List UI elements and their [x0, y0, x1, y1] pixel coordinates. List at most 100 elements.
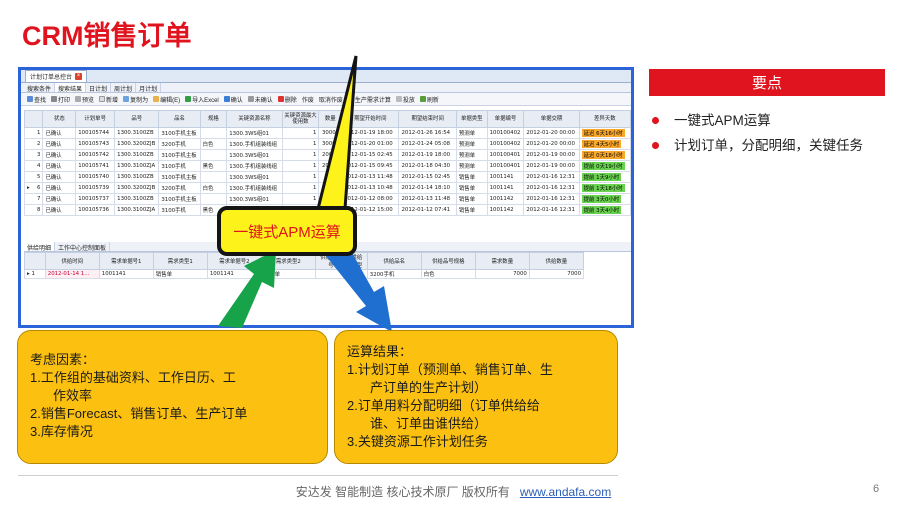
cell-res[interactable]: 1300.3WS组01 — [226, 171, 283, 183]
demand-qty-cell[interactable]: 7000 — [474, 269, 530, 279]
import-excel-button[interactable]: 导入Excel — [185, 95, 219, 104]
cell-start[interactable]: 2012-01-12 08:00 — [341, 193, 400, 205]
cell-due[interactable]: 2012-01-16 12:31 — [523, 204, 580, 216]
cell-max[interactable]: 1 — [281, 182, 320, 194]
cell-doc[interactable]: 100100401 — [486, 160, 525, 172]
row-number[interactable]: 4 — [23, 160, 44, 172]
cell-name[interactable]: 3100手机 — [158, 160, 201, 172]
col-header[interactable]: 需求单据号1 — [98, 252, 154, 270]
cell-end[interactable]: 2012-01-26 16:54 — [398, 127, 457, 139]
table-row[interactable]: ▸ 6 已确认 100105739 1300.3200ZJB 3200手机 白色 1300.… — [23, 182, 631, 194]
table-row[interactable]: 5 已确认 100105740 1300.3100ZB 3100手机主板 1300.3WS… — [23, 171, 631, 183]
cell-item[interactable]: 1300.3100ZJA — [114, 160, 160, 172]
cell-diff[interactable]: 提前 3天4小时 — [578, 204, 631, 216]
preview-button[interactable]: 预览 — [75, 95, 94, 104]
cell-doc[interactable]: 1001142 — [486, 193, 525, 205]
cell-start[interactable]: 2012-01-20 01:00 — [341, 138, 400, 150]
cell-diff[interactable]: 提前 0天19小时 — [578, 160, 631, 172]
cell-plan[interactable]: 100105739 — [75, 182, 116, 194]
col-header[interactable]: 供给品号规格 — [420, 252, 476, 270]
cell-qty[interactable]: 30000 — [318, 127, 343, 139]
cell-spec[interactable] — [199, 193, 228, 205]
cell-diff[interactable]: 延迟 4天5小时 — [578, 138, 631, 150]
cell-name[interactable]: 3100手机 — [158, 204, 201, 216]
cell-spec[interactable] — [199, 171, 228, 183]
cell-doc[interactable]: 100100402 — [486, 127, 525, 139]
delete-button[interactable]: 删除 — [277, 95, 297, 104]
cell-status[interactable]: 已确认 — [42, 149, 77, 161]
subtab-search-result[interactable]: 搜索结果 — [55, 83, 87, 93]
cell-doc[interactable]: 100100401 — [486, 149, 525, 161]
row-number[interactable]: 3 — [23, 149, 44, 161]
col-header[interactable]: 单据编号 — [486, 110, 525, 128]
col-header[interactable]: 规格 — [199, 110, 228, 128]
cell-status[interactable]: 已确认 — [42, 193, 77, 205]
subtab-day-plan[interactable]: 日计划 — [86, 83, 112, 93]
cell-max[interactable]: 1 — [281, 171, 320, 183]
cell-type[interactable]: 预测单 — [455, 138, 488, 150]
cell-due[interactable]: 2012-01-19 00:00 — [523, 149, 580, 161]
production-calc-button[interactable]: 生产需求计算 — [347, 95, 391, 104]
refresh-button[interactable]: 刷新 — [419, 95, 439, 104]
cell-spec[interactable]: 白色 — [199, 182, 228, 194]
cell-spec[interactable]: 白色 — [199, 138, 228, 150]
cell-item[interactable]: 1300.3100ZB — [114, 171, 160, 183]
cell-qty[interactable] — [318, 171, 343, 183]
tab-supply-detail[interactable]: 供给明细 — [24, 242, 56, 252]
cell-spec[interactable] — [199, 127, 228, 139]
cell-end[interactable]: 2012-01-14 18:10 — [398, 182, 457, 194]
cell-res[interactable]: 1300.3WS组01 — [226, 193, 283, 205]
cell-type[interactable]: 预测单 — [455, 127, 488, 139]
demand-type1-cell[interactable]: 销售单 — [152, 269, 208, 279]
cell-start[interactable]: 2012-01-13 11:48 — [341, 171, 400, 183]
cell-due[interactable]: 2012-01-19 00:00 — [523, 160, 580, 172]
cell-plan[interactable]: 100105744 — [75, 127, 116, 139]
cell-due[interactable]: 2012-01-20 00:00 — [523, 138, 580, 150]
col-header[interactable]: 供给数量 — [528, 252, 585, 270]
cell-end[interactable]: 2012-01-19 18:00 — [398, 149, 457, 161]
cell-type[interactable]: 销售单 — [455, 182, 488, 194]
cell-qty[interactable] — [318, 182, 343, 194]
copy-as-button[interactable]: 复制为 — [123, 95, 148, 104]
col-header[interactable]: 品号 — [114, 110, 160, 128]
cell-qty[interactable]: 20000 — [318, 149, 343, 161]
col-header[interactable]: 状态 — [42, 110, 77, 128]
cell-qty[interactable]: 30000 — [318, 138, 343, 150]
cell-type[interactable]: 预测单 — [455, 149, 488, 161]
demand-doc2-cell[interactable]: 1001141 — [206, 269, 262, 279]
tab-plan-console[interactable]: 计划订单总控台 × — [25, 70, 88, 82]
cell-name[interactable]: 3200手机 — [158, 182, 201, 194]
cell-max[interactable]: 1 — [281, 160, 320, 172]
cell-status[interactable]: 已确认 — [42, 160, 77, 172]
cell-item[interactable]: 1300.3100ZB — [114, 127, 160, 139]
cell-due[interactable]: 2012-01-16 12:31 — [523, 193, 580, 205]
cell-start[interactable]: 2012-01-15 02:45 — [341, 149, 400, 161]
cell-diff[interactable]: 延迟 0天18小时 — [578, 149, 631, 161]
confirm-button[interactable]: 确认 — [223, 95, 243, 104]
cell-plan[interactable]: 100105743 — [75, 138, 116, 150]
cell-start[interactable]: 2012-01-19 18:00 — [341, 127, 400, 139]
row-number[interactable]: 2 — [23, 138, 44, 150]
cell-plan[interactable]: 100105742 — [75, 149, 116, 161]
cell-name[interactable]: 3100手机主板 — [158, 149, 201, 161]
table-row[interactable]: 2 已确认 100105743 1300.3200ZJB 3200手机 白色 1300.手机… — [23, 138, 631, 150]
row-number[interactable]: ▸ 6 — [23, 182, 44, 194]
subtab-week-plan[interactable]: 周计划 — [111, 83, 137, 93]
cell-diff[interactable]: 延迟 6天16小时 — [578, 127, 631, 139]
cell-doc[interactable]: 1001142 — [486, 204, 525, 216]
cell-diff[interactable]: 提前 3天0小时 — [578, 193, 631, 205]
unconfirm-button[interactable]: 未确认 — [247, 95, 273, 104]
cell-spec[interactable] — [199, 149, 228, 161]
cell-doc[interactable]: 1001141 — [486, 182, 525, 194]
cell-due[interactable]: 2012-01-20 00:00 — [523, 127, 580, 139]
demand-doc1-cell[interactable]: 1001141 — [98, 269, 154, 279]
cell-max[interactable]: 1 — [281, 193, 320, 205]
cell-end[interactable]: 2012-01-24 05:08 — [398, 138, 457, 150]
cell-item[interactable]: 1300.3200ZJB — [114, 182, 160, 194]
col-header[interactable]: 需求数量 — [474, 252, 530, 270]
new-button[interactable]: 新增 — [99, 95, 118, 104]
col-header[interactable]: 供给品名 — [366, 252, 422, 270]
cell-end[interactable]: 2012-01-15 02:45 — [398, 171, 457, 183]
cell-item[interactable]: 1300.3200ZJB — [114, 138, 160, 150]
cell-qty[interactable]: 20000 — [318, 160, 343, 172]
